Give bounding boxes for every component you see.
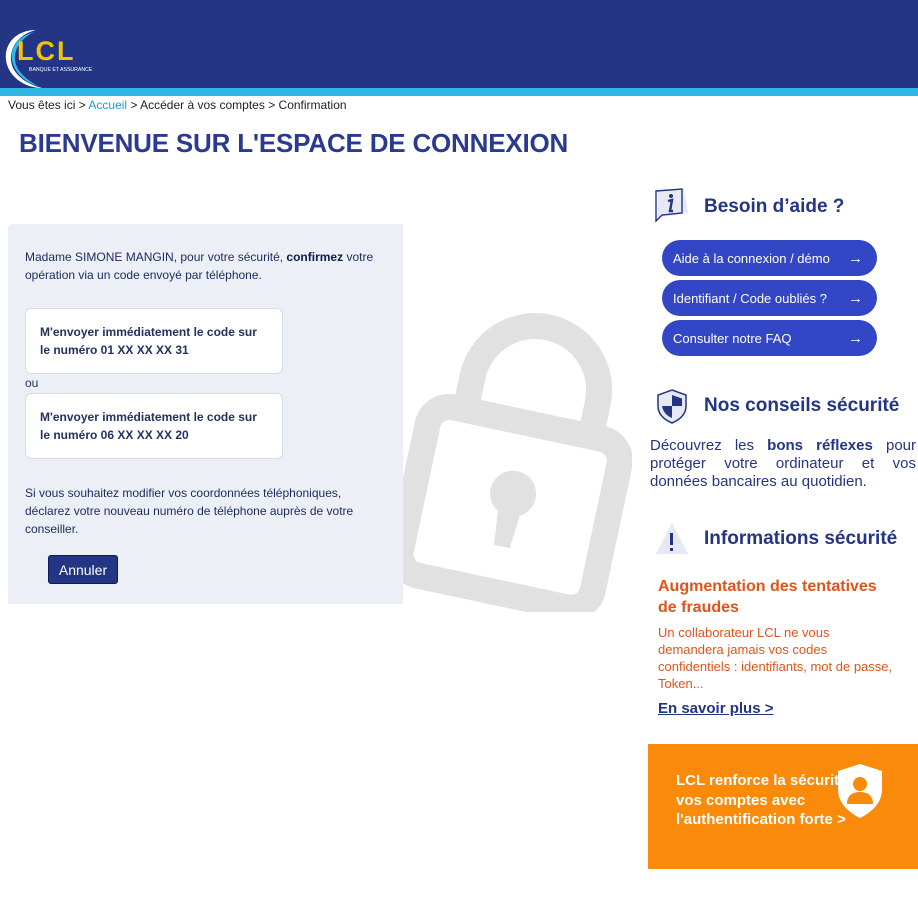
padlock-icon xyxy=(400,313,632,612)
faq-button[interactable]: Consulter notre FAQ → xyxy=(662,320,877,356)
svg-text:LCL: LCL xyxy=(17,36,75,66)
breadcrumb-separator: > xyxy=(130,98,138,112)
breadcrumb-step: Accéder à vos comptes xyxy=(140,98,265,112)
top-banner xyxy=(0,0,918,88)
breadcrumb: Vous êtes ici > Accueil > Accéder à vos … xyxy=(8,98,347,112)
forgot-credentials-button[interactable]: Identifiant / Code oubliés ? → xyxy=(662,280,877,316)
forgot-credentials-label: Identifiant / Code oubliés ? xyxy=(673,290,827,306)
lcl-logo[interactable]: LCL BANQUE ET ASSURANCE xyxy=(2,28,102,90)
security-tips-text: Découvrez les bons réflexes pour protége… xyxy=(650,437,916,491)
tips-text-start: Découvrez les xyxy=(650,437,755,454)
security-info-heading: Informations sécurité xyxy=(704,528,898,549)
breadcrumb-home-link[interactable]: Accueil xyxy=(88,98,127,112)
faq-label: Consulter notre FAQ xyxy=(673,330,792,346)
strong-auth-banner[interactable]: LCL renforce la sécurité de vos comptes … xyxy=(648,744,918,869)
shield-icon xyxy=(657,389,687,424)
confirmation-panel: Madame SIMONE MANGIN, pour votre sécurit… xyxy=(8,224,403,604)
intro-text-start: Madame SIMONE MANGIN, pour votre sécurit… xyxy=(25,250,284,264)
fraud-article-body: Un collaborateur LCL ne vous demandera j… xyxy=(658,625,893,691)
user-shield-icon xyxy=(838,764,882,818)
breadcrumb-prefix: Vous êtes ici > xyxy=(8,98,86,112)
send-code-option-1[interactable]: M'envoyer immédiatement le code sur le n… xyxy=(25,308,283,374)
fraud-article-title: Augmentation des tentatives de fraudes xyxy=(658,578,877,616)
login-help-button[interactable]: Aide à la connexion / démo → xyxy=(662,240,877,276)
login-help-label: Aide à la connexion / démo xyxy=(673,250,830,266)
svg-text:BANQUE ET ASSURANCE: BANQUE ET ASSURANCE xyxy=(29,67,93,73)
security-tips-heading: Nos conseils sécurité xyxy=(704,395,900,416)
help-heading: Besoin d’aide ? xyxy=(704,196,845,217)
arrow-right-icon: → xyxy=(848,329,863,347)
breadcrumb-current: Confirmation xyxy=(278,98,347,112)
intro-text: Madame SIMONE MANGIN, pour votre sécurit… xyxy=(25,248,385,284)
info-icon xyxy=(655,188,688,223)
intro-text-bold: confirmez xyxy=(286,250,344,264)
breadcrumb-separator: > xyxy=(268,98,276,112)
tips-text-bold: bons réflexes xyxy=(767,437,873,454)
read-more-link[interactable]: En savoir plus > xyxy=(658,700,773,717)
arrow-right-icon: → xyxy=(848,249,863,267)
phone-update-note: Si vous souhaitez modifier vos coordonné… xyxy=(25,486,354,536)
banner-stripe xyxy=(0,88,918,96)
warning-icon xyxy=(656,523,688,554)
arrow-right-icon: → xyxy=(848,289,863,307)
cancel-button[interactable]: Annuler xyxy=(48,555,118,584)
page-title: BIENVENUE SUR L'ESPACE DE CONNEXION xyxy=(19,128,569,158)
send-code-option-2[interactable]: M'envoyer immédiatement le code sur le n… xyxy=(25,393,283,459)
or-separator: ou xyxy=(25,376,39,390)
